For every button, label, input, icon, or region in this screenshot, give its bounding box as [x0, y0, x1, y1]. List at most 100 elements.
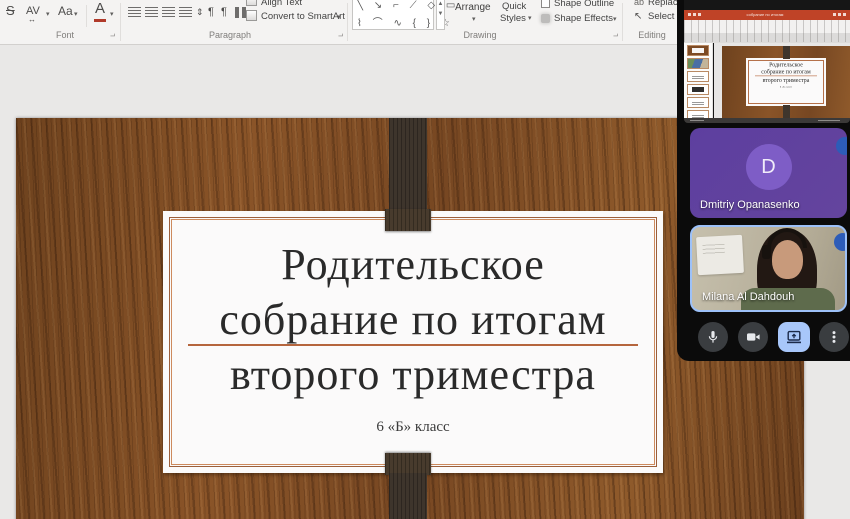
quick-styles-caret-icon: ▾: [528, 15, 532, 22]
font-dialog-launcher[interactable]: ⌐: [110, 31, 115, 40]
smartart-icon: [246, 10, 257, 21]
char-spacing-caret-icon: ▾: [46, 11, 50, 18]
microphone-icon: [706, 330, 720, 344]
camera-button[interactable]: [738, 322, 768, 352]
slide-title-line3: второго триместра: [163, 347, 663, 402]
drawing-dialog-launcher[interactable]: ⌐: [613, 31, 618, 40]
avatar: D: [746, 144, 792, 190]
present-screen-icon: [786, 330, 802, 344]
shape-effects-caret-icon: ▾: [613, 16, 617, 23]
font-color-swatch: [94, 19, 106, 22]
mini-thumbnail-3: [687, 71, 709, 82]
select-cursor-icon: ↖: [634, 10, 642, 24]
mini-thumbnail-4: [687, 84, 709, 95]
group-separator: [347, 3, 348, 41]
mini-window-maximize-icon: [838, 13, 841, 16]
mini-subtitle: 6 «Б» класс: [747, 85, 825, 88]
group-separator: [120, 3, 121, 41]
font-group-divider: [86, 5, 87, 27]
align-text-icon: [246, 0, 257, 6]
text-direction-rtl-button[interactable]: ¶: [221, 5, 227, 19]
more-options-icon: [827, 330, 841, 344]
mini-slide-thumbnail-panel: [684, 43, 713, 118]
participant-name: Dmitriy Opanasenko: [700, 199, 800, 211]
ribbon-strap-bottom: [389, 473, 427, 519]
slide-title-card[interactable]: Родительское собрание по итогам второго …: [163, 211, 663, 473]
justify-button[interactable]: [179, 7, 192, 18]
paragraph-dialog-launcher[interactable]: ⌐: [338, 31, 343, 40]
slide-title[interactable]: Родительское собрание по итогам второго …: [163, 237, 663, 402]
select-button[interactable]: Select: [648, 11, 674, 22]
mini-slide: Родительское собрание по итогам второго …: [722, 46, 850, 118]
mini-title-line3: второго триместра: [747, 77, 825, 84]
mini-thumbnail-1: [687, 45, 709, 56]
ribbon-strap-top-buckle: [385, 209, 431, 231]
ribbon-strap-bottom-buckle: [385, 453, 431, 475]
change-case-button[interactable]: Aa: [58, 4, 73, 18]
more-options-button[interactable]: [819, 322, 849, 352]
mini-strap-top: [783, 46, 790, 59]
slide-subtitle[interactable]: 6 «Б» класс: [163, 419, 663, 436]
shape-effects-button[interactable]: Shape Effects: [554, 13, 613, 24]
convert-smartart-button[interactable]: Convert to SmartArt: [261, 11, 345, 22]
mini-ppt-ribbon: [684, 20, 850, 43]
shape-effects-icon: [541, 14, 550, 23]
screen-share-preview-tile[interactable]: собрание по итогам Родительское собрание…: [684, 0, 850, 123]
mini-window-minimize-icon: [833, 13, 836, 16]
slide-title-line2: собрание по итогам: [163, 292, 663, 347]
mini-thumbnail-2: [687, 58, 709, 69]
strikethrough-button[interactable]: S: [6, 4, 15, 18]
microphone-button[interactable]: [698, 322, 728, 352]
quick-styles-button-line2[interactable]: Styles: [500, 13, 526, 24]
change-case-caret-icon: ▾: [74, 11, 78, 18]
mini-strap-bottom: [783, 105, 790, 118]
arrange-button[interactable]: Arrange: [455, 2, 491, 13]
call-controls: [677, 322, 850, 352]
font-group-label: Font: [30, 30, 100, 40]
line-spacing-icon[interactable]: ⇕: [196, 5, 204, 19]
mini-quick-access-icon: [688, 13, 691, 16]
paragraph-group-label: Paragraph: [195, 30, 265, 40]
slide-title-line1: Родительское: [163, 237, 663, 292]
shape-outline-icon: [541, 0, 550, 8]
present-screen-button[interactable]: [778, 322, 810, 352]
ribbon-strap-top: [389, 118, 427, 211]
headphones-icon: [767, 228, 807, 248]
video-call-overlay: собрание по итогам Родительское собрание…: [677, 0, 850, 361]
font-color-button[interactable]: A: [95, 2, 105, 16]
headphones-earcup: [762, 245, 771, 259]
smartart-caret-icon: ▾: [337, 14, 341, 21]
webcam-whiteboard: [696, 235, 744, 275]
participant-tile-dmitriy[interactable]: D Dmitriy Opanasenko: [690, 128, 847, 218]
tile-options-icon[interactable]: [834, 233, 847, 251]
shapes-scroll-up-icon[interactable]: ▲: [438, 1, 444, 7]
mini-thumbnail-5: [687, 97, 709, 108]
mini-quick-access-icon: [698, 13, 701, 16]
arrange-caret-icon: ▾: [472, 16, 476, 23]
shape-outline-button[interactable]: Shape Outline: [554, 0, 614, 9]
mini-title-card: Родительское собрание по итогам второго …: [746, 58, 826, 106]
mini-window-title: собрание по итогам: [734, 13, 796, 17]
participant-tile-milana[interactable]: Milana Al Dahdouh: [690, 225, 847, 312]
drawing-group-label: Drawing: [445, 30, 515, 40]
editing-group-label: Editing: [620, 30, 684, 40]
align-left-button[interactable]: [128, 7, 141, 18]
mini-quick-access-icon: [693, 13, 696, 16]
quick-styles-button[interactable]: Quick: [502, 1, 526, 12]
align-text-button[interactable]: Align Text: [261, 0, 302, 8]
shapes-scrollbar[interactable]: ▲ ▼: [436, 0, 445, 30]
mini-ppt-statusbar: [684, 118, 850, 123]
text-direction-ltr-button[interactable]: ¶: [208, 5, 214, 19]
shapes-scroll-down-icon[interactable]: ▼: [438, 11, 444, 17]
shapes-row-2[interactable]: ⌇ ⌒ ∿ { } ☆: [357, 14, 433, 29]
shapes-gallery[interactable]: ╲ ↘ ⌐ ⟋ ◇ ▭ ⌇ ⌒ ∿ { } ☆: [352, 0, 434, 30]
mini-title-line2: собрание по итогам: [747, 68, 825, 75]
mini-title-line1: Родительское: [747, 61, 825, 68]
font-color-caret-icon: ▾: [110, 11, 114, 18]
align-center-button[interactable]: [145, 7, 158, 18]
camera-icon: [746, 330, 761, 344]
shapes-row-1[interactable]: ╲ ↘ ⌐ ⟋ ◇ ▭: [357, 0, 433, 11]
tile-options-icon[interactable]: [836, 137, 847, 155]
character-spacing-arrow-icon: ↔: [28, 13, 36, 27]
align-right-button[interactable]: [162, 7, 175, 18]
